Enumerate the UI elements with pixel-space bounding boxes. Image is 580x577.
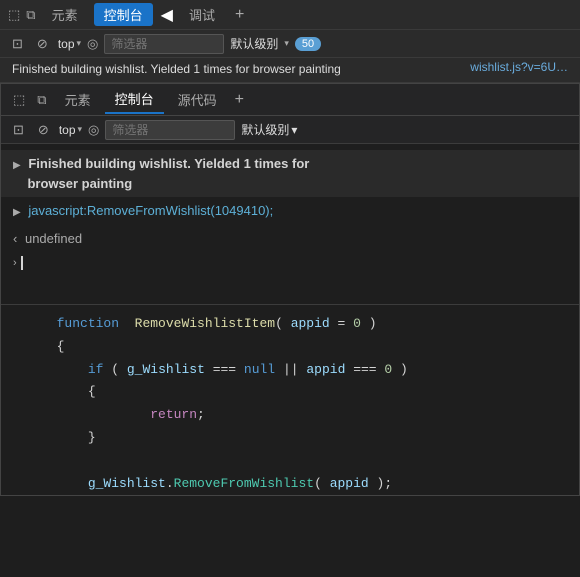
console-prompt-icon: › <box>13 257 17 269</box>
code-call-open: ( <box>314 476 322 491</box>
code-number-0: 0 <box>353 316 361 331</box>
outer-tab-bar: ⬚ ⧉ 元素 控制台 ◀ 调试 + <box>0 0 580 30</box>
panel-tab-elements[interactable]: 元素 <box>55 86 101 113</box>
console-cursor <box>21 256 23 270</box>
panel-block-icon[interactable]: ⊘ <box>34 120 53 140</box>
panel-filter-input[interactable] <box>105 120 235 140</box>
panel-tab-source[interactable]: 源代码 <box>168 86 227 113</box>
code-section: function RemoveWishlistItem( appid = 0 )… <box>1 304 579 495</box>
code-line-4: { <box>1 381 579 404</box>
console-log-text: Finished building wishlist. Yielded 1 ti… <box>13 156 309 191</box>
code-punct-1: ( <box>275 316 283 331</box>
code-param-appid3: appid <box>330 476 369 491</box>
code-dot: . <box>166 476 174 491</box>
panel-top-caret: ▾ <box>78 124 83 135</box>
outer-block-icon[interactable]: ⊘ <box>33 34 52 54</box>
code-op-strict2: === <box>353 362 376 377</box>
code-line-3: if ( g_Wishlist === null || appid === 0 … <box>1 359 579 382</box>
code-param-appid2: appid <box>306 362 345 377</box>
inspect-icon-outer[interactable]: ⬚ <box>8 7 20 23</box>
panel-inspect-icon[interactable]: ⬚ <box>9 90 29 110</box>
outer-filter-input[interactable] <box>104 34 224 54</box>
code-keyword-function: function <box>57 316 119 331</box>
outer-default-level[interactable]: 默认级别 <box>230 35 278 52</box>
code-line-1: function RemoveWishlistItem( appid = 0 ) <box>1 313 579 336</box>
code-punct-2: ) <box>369 316 377 331</box>
panel-default-caret: ▾ <box>291 123 297 137</box>
panel-tab-console[interactable]: 控制台 <box>105 85 164 114</box>
panel-layers-icon[interactable]: ⧉ <box>33 90 50 110</box>
console-js-link[interactable]: javascript:RemoveFromWishlist(1049410); <box>28 203 273 218</box>
code-brace-inner-open: { <box>88 384 96 399</box>
console-undefined-row: ‹ undefined <box>1 225 579 253</box>
panel-eye-icon[interactable]: ◎ <box>88 122 99 138</box>
outer-eye-icon[interactable]: ◎ <box>87 36 98 52</box>
panel-clear-icon[interactable]: ⊡ <box>9 120 28 140</box>
console-left-caret: ‹ <box>13 231 17 246</box>
code-param-appid: appid <box>291 316 330 331</box>
outer-toolbar: ⊡ ⊘ top ▾ ◎ 默认级别 ▾ 50 <box>0 30 580 58</box>
console-expand-icon: ▶ <box>13 160 21 171</box>
code-return-kw: return <box>150 407 197 422</box>
code-op-or: || <box>283 362 299 377</box>
outer-tab-source[interactable]: 调试 <box>179 1 225 28</box>
outer-default-caret-icon: ▾ <box>284 38 289 49</box>
panel-tabbar: ⬚ ⧉ 元素 控制台 源代码 + <box>1 84 579 116</box>
outer-top-label: top <box>58 37 75 51</box>
code-paren-close: ) <box>400 362 408 377</box>
code-gwishlist2: g_Wishlist <box>88 476 166 491</box>
arrow-indicator: ◀ <box>161 5 173 25</box>
code-line-5: return; <box>1 404 579 427</box>
console-content: ▶ Finished building wishlist. Yielded 1 … <box>1 144 579 304</box>
outer-tab-console[interactable]: 控制台 <box>94 3 153 26</box>
console-log-line: ▶ Finished building wishlist. Yielded 1 … <box>1 150 579 197</box>
outer-tab-plus[interactable]: + <box>235 6 244 24</box>
code-num-0b: 0 <box>384 362 392 377</box>
code-brace-inner-close: } <box>88 430 96 445</box>
code-paren-open: ( <box>111 362 119 377</box>
outer-top-caret: ▾ <box>77 38 82 49</box>
panel-top-selector[interactable]: top ▾ <box>59 123 82 137</box>
console-js-expand: ▶ <box>13 207 21 218</box>
code-call-close: ); <box>377 476 393 491</box>
code-op-strict: === <box>213 362 236 377</box>
panel-default-level[interactable]: 默认级别 ▾ <box>241 121 297 138</box>
layers-icon-outer[interactable]: ⧉ <box>26 7 35 23</box>
outer-clear-icon[interactable]: ⊡ <box>8 34 27 54</box>
panel-top-label: top <box>59 123 76 137</box>
devtools-panel: ⬚ ⧉ 元素 控制台 源代码 + ⊡ ⊘ top ▾ ◎ 默认级别 ▾ ▶ Fi… <box>0 83 580 496</box>
outer-log-text: Finished building wishlist. Yielded 1 ti… <box>12 62 341 76</box>
outer-top-selector[interactable]: top ▾ <box>58 37 81 51</box>
code-keyword-if: if <box>88 362 104 377</box>
code-fn-name: RemoveWishlistItem <box>135 316 275 331</box>
console-undefined-text: undefined <box>25 231 82 246</box>
outer-badge[interactable]: 50 <box>295 37 321 51</box>
code-line-2: { <box>1 336 579 359</box>
code-gwishlist: g_Wishlist <box>127 362 205 377</box>
console-js-command-row: ▶ javascript:RemoveFromWishlist(1049410)… <box>1 197 579 225</box>
panel-tab-plus[interactable]: + <box>235 91 244 109</box>
code-line-7 <box>1 450 579 473</box>
outer-tab-elements[interactable]: 元素 <box>42 1 88 28</box>
code-semicolon: ; <box>197 407 205 422</box>
code-null-val: null <box>244 362 275 377</box>
code-line-8: g_Wishlist.RemoveFromWishlist( appid ); <box>1 473 579 496</box>
code-remove-fn: RemoveFromWishlist <box>174 476 314 491</box>
console-prompt-row[interactable]: › <box>1 252 579 274</box>
panel-toolbar: ⊡ ⊘ top ▾ ◎ 默认级别 ▾ <box>1 116 579 144</box>
panel-default-level-label: 默认级别 <box>241 121 289 138</box>
code-brace-open: { <box>57 339 65 354</box>
outer-log-message: wishlist.js?v=6U… Finished building wish… <box>0 58 580 83</box>
code-line-6: } <box>1 427 579 450</box>
outer-default-caret: ▾ <box>284 38 289 49</box>
code-op-eq: = <box>338 316 346 331</box>
outer-log-link[interactable]: wishlist.js?v=6U… <box>470 60 568 74</box>
